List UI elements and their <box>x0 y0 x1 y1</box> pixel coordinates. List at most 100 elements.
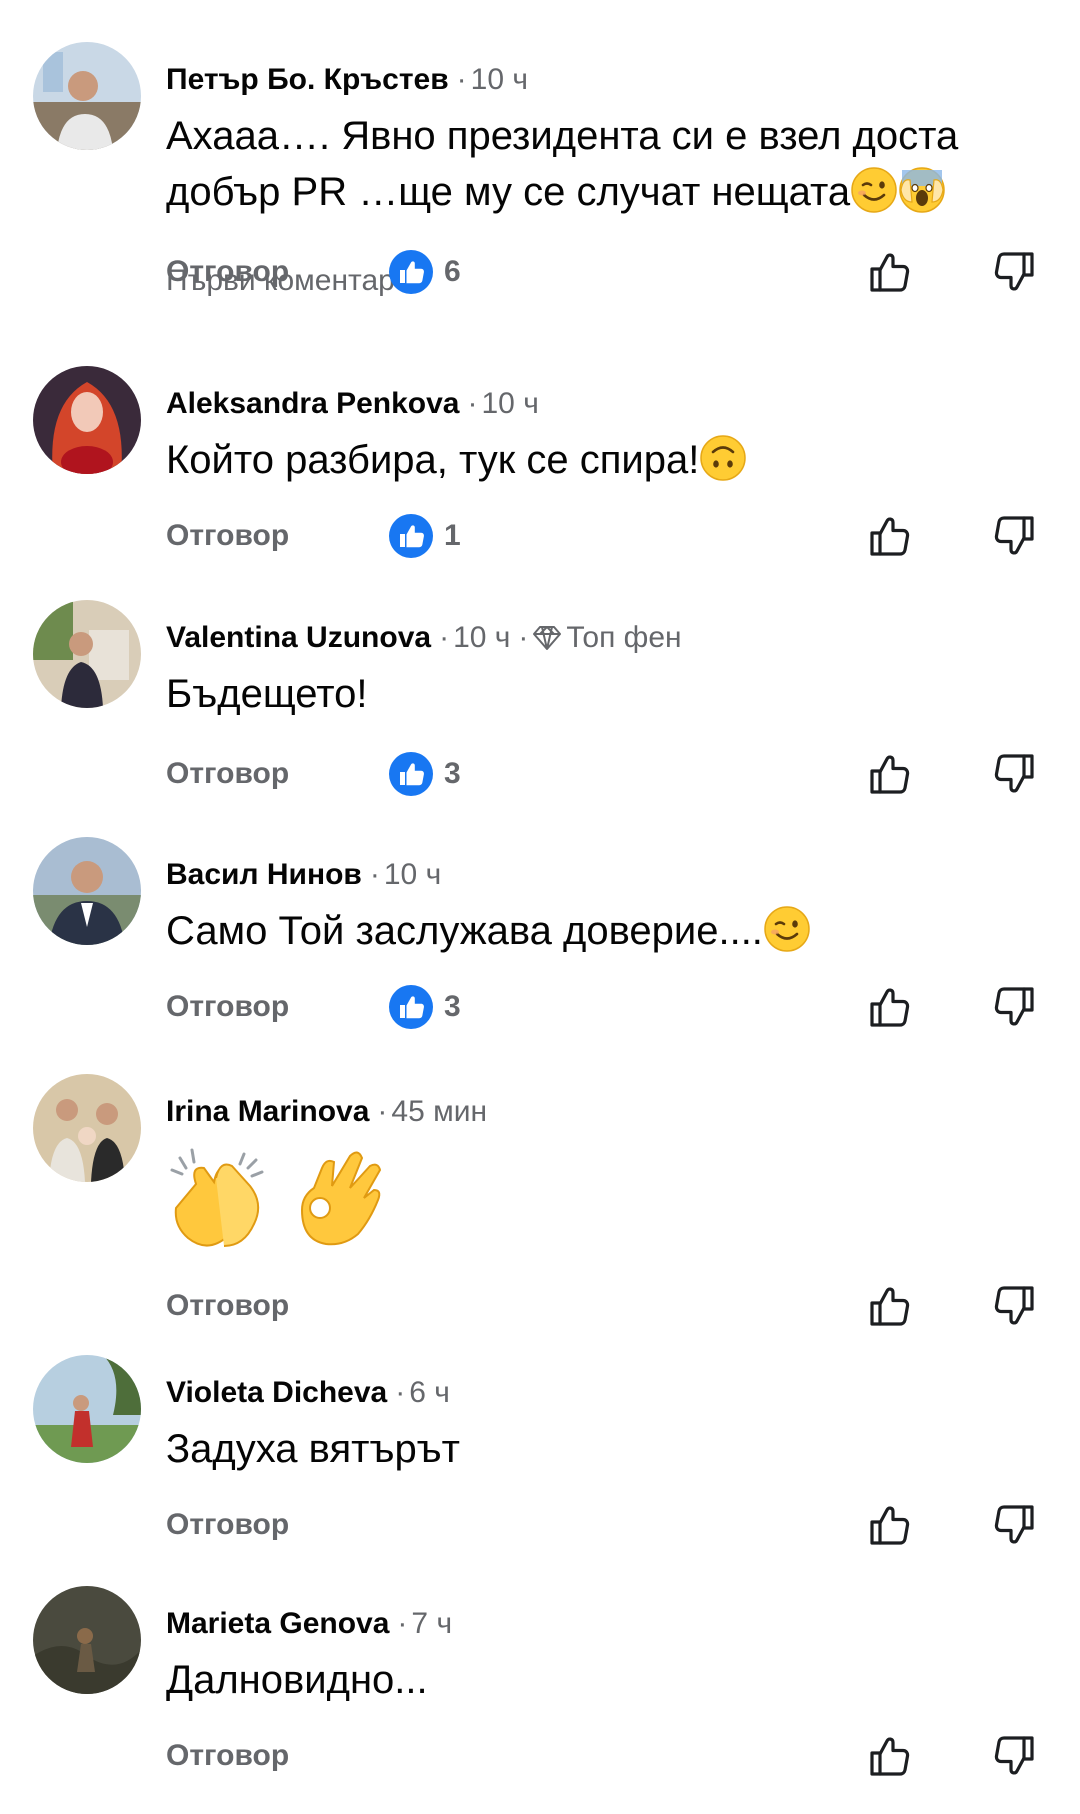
avatar[interactable] <box>33 600 141 708</box>
upvote-button[interactable] <box>866 983 914 1031</box>
comment-body: Бъдещето! <box>166 672 368 716</box>
reaction-count: 3 <box>444 990 461 1023</box>
author-name[interactable]: Васил Нинов <box>166 858 362 891</box>
comment-actions: Отговор 1 <box>0 506 1080 566</box>
timestamp[interactable]: 6 ч <box>409 1376 450 1409</box>
reply-button[interactable]: Отговор <box>166 252 289 292</box>
comment-header: Васил Нинов · 10 ч <box>166 855 441 895</box>
avatar[interactable] <box>33 366 141 474</box>
reaction-summary[interactable]: 3 <box>388 984 461 1030</box>
thumbs-down-icon <box>990 248 1038 296</box>
reply-button[interactable]: Отговор <box>166 1736 289 1776</box>
upvote-button[interactable] <box>866 1732 914 1780</box>
downvote-button[interactable] <box>990 750 1038 798</box>
author-name[interactable]: Violeta Dicheva <box>166 1376 387 1409</box>
comment-header: Петър Бо. Кръстев · 10 ч <box>166 60 528 100</box>
avatar[interactable] <box>33 837 141 945</box>
winking-face-icon <box>850 166 898 214</box>
author-name[interactable]: Irina Marinova <box>166 1095 369 1128</box>
upside-down-face-icon <box>699 434 747 482</box>
comment-actions: Отговор 3 <box>0 744 1080 804</box>
comment-header: Valentina Uzunova · 10 ч · Топ фен <box>166 618 682 658</box>
like-reaction-icon <box>388 751 434 797</box>
thumbs-down-icon <box>990 983 1038 1031</box>
comment-body: Задуха вятърът <box>166 1427 461 1471</box>
thumbs-up-icon <box>866 1282 914 1330</box>
upvote-button[interactable] <box>866 248 914 296</box>
comment-body: Ахааа…. Явно президента си е взел доста … <box>166 114 959 214</box>
top-fan-diamond-icon <box>533 626 562 650</box>
winking-face-icon <box>763 905 811 953</box>
author-name[interactable]: Marieta Genova <box>166 1607 389 1640</box>
avatar[interactable] <box>33 1586 141 1694</box>
comment-text: Бъдещето! <box>166 666 1046 722</box>
avatar[interactable] <box>33 1355 141 1463</box>
thumbs-up-icon <box>866 1732 914 1780</box>
reply-button[interactable]: Отговор <box>166 516 289 556</box>
avatar[interactable] <box>33 1074 141 1182</box>
reaction-count: 3 <box>444 757 461 790</box>
thumbs-down-icon <box>990 750 1038 798</box>
comment-body: Който разбира, тук се спира! <box>166 438 700 482</box>
comment-actions: Отговор <box>0 1276 1080 1336</box>
reaction-summary[interactable]: 6 <box>388 249 461 295</box>
reaction-summary[interactable]: 3 <box>388 751 461 797</box>
avatar[interactable] <box>33 42 141 150</box>
comment-body: Само Той заслужава доверие.... <box>166 909 763 953</box>
clapping-hands-icon <box>170 1148 264 1247</box>
reply-button[interactable]: Отговор <box>166 1286 289 1326</box>
comment-header: Marieta Genova · 7 ч <box>166 1604 452 1644</box>
thumbs-down-icon <box>990 1732 1038 1780</box>
separator-dot: · <box>377 1095 388 1128</box>
reaction-count: 6 <box>444 255 461 288</box>
separator-dot: · <box>467 387 478 420</box>
top-fan-badge[interactable]: Топ фен <box>566 621 681 654</box>
downvote-button[interactable] <box>990 512 1038 560</box>
author-name[interactable]: Петър Бо. Кръстев <box>166 63 449 96</box>
reply-button[interactable]: Отговор <box>166 987 289 1027</box>
comment-actions: Отговор 6 <box>0 242 1080 302</box>
thumbs-down-icon <box>990 1282 1038 1330</box>
thumbs-down-icon <box>990 1501 1038 1549</box>
comment-text: Само Той заслужава доверие.... <box>166 903 1046 959</box>
downvote-button[interactable] <box>990 983 1038 1031</box>
upvote-button[interactable] <box>866 1501 914 1549</box>
ok-hand-icon <box>300 1151 382 1246</box>
face-screaming-icon <box>898 166 946 214</box>
upvote-button[interactable] <box>866 512 914 560</box>
timestamp[interactable]: 7 ч <box>411 1607 452 1640</box>
comment-actions: Отговор <box>0 1726 1080 1786</box>
comment-header: Irina Marinova · 45 мин <box>166 1092 487 1132</box>
author-name[interactable]: Valentina Uzunova <box>166 621 431 654</box>
reply-button[interactable]: Отговор <box>166 754 289 794</box>
timestamp[interactable]: 10 ч <box>471 63 528 96</box>
thumbs-up-icon <box>866 248 914 296</box>
author-name[interactable]: Aleksandra Penkova <box>166 387 459 420</box>
timestamp[interactable]: 10 ч <box>384 858 441 891</box>
like-reaction-icon <box>388 249 434 295</box>
timestamp[interactable]: 45 мин <box>391 1095 487 1128</box>
thumbs-up-icon <box>866 1501 914 1549</box>
separator-dot: · <box>518 621 529 654</box>
downvote-button[interactable] <box>990 1732 1038 1780</box>
reaction-summary[interactable]: 1 <box>388 513 461 559</box>
like-reaction-icon <box>388 513 434 559</box>
timestamp[interactable]: 10 ч <box>481 387 538 420</box>
like-reaction-icon <box>388 984 434 1030</box>
thumbs-up-icon <box>866 750 914 798</box>
comment-text: Задуха вятърът <box>166 1421 1046 1477</box>
comment-text: Който разбира, тук се спира! <box>166 432 1046 488</box>
upvote-button[interactable] <box>866 1282 914 1330</box>
comment-actions: Отговор 3 <box>0 977 1080 1037</box>
timestamp[interactable]: 10 ч <box>453 621 510 654</box>
separator-dot: · <box>395 1376 406 1409</box>
separator-dot: · <box>397 1607 408 1640</box>
comment-actions: Отговор <box>0 1495 1080 1555</box>
separator-dot: · <box>369 858 380 891</box>
downvote-button[interactable] <box>990 248 1038 296</box>
comment-text: Далновидно... <box>166 1652 1046 1708</box>
downvote-button[interactable] <box>990 1501 1038 1549</box>
downvote-button[interactable] <box>990 1282 1038 1330</box>
upvote-button[interactable] <box>866 750 914 798</box>
reply-button[interactable]: Отговор <box>166 1505 289 1545</box>
